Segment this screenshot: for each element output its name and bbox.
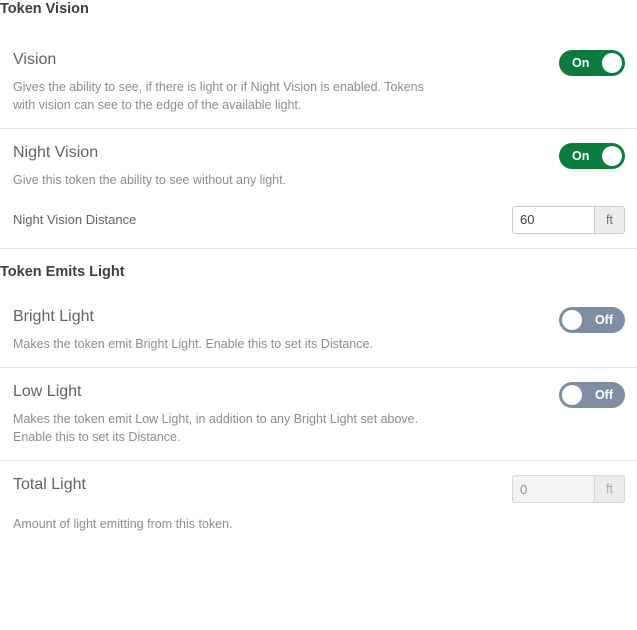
bright-light-description: Makes the token emit Bright Light. Enabl… <box>13 336 433 354</box>
toggle-knob-icon <box>562 310 582 330</box>
night-vision-distance-label: Night Vision Distance <box>13 211 136 229</box>
toggle-knob-icon <box>602 146 622 166</box>
low-light-toggle-label: Off <box>595 382 613 408</box>
setting-row-total-light: Total Light Amount of light emitting fro… <box>0 461 637 548</box>
low-light-title: Low Light <box>13 381 547 403</box>
vision-toggle-label: On <box>572 50 589 76</box>
low-light-toggle[interactable]: Off <box>559 382 625 408</box>
setting-row-night-vision: Night Vision Give this token the ability… <box>0 129 637 248</box>
setting-row-low-light: Low Light Makes the token emit Low Light… <box>0 368 637 460</box>
total-light-description: Amount of light emitting from this token… <box>13 516 433 534</box>
total-light-title: Total Light <box>13 474 500 496</box>
setting-row-vision: Vision Gives the ability to see, if ther… <box>0 36 637 128</box>
toggle-knob-icon <box>562 385 582 405</box>
vision-toggle[interactable]: On <box>559 50 625 76</box>
vision-description: Gives the ability to see, if there is li… <box>13 79 433 114</box>
token-vision-light-settings-panel: Token Vision Vision Gives the ability to… <box>0 0 637 548</box>
night-vision-toggle-label: On <box>572 143 589 169</box>
vision-title: Vision <box>13 49 547 71</box>
total-light-input[interactable] <box>512 475 594 503</box>
section-header-token-emits-light: Token Emits Light <box>0 263 637 281</box>
toggle-knob-icon <box>602 53 622 73</box>
total-light-input-group[interactable]: ft <box>512 475 625 503</box>
low-light-description: Makes the token emit Low Light, in addit… <box>13 411 433 446</box>
night-vision-distance-input-group[interactable]: ft <box>512 206 625 234</box>
section-header-token-vision: Token Vision <box>0 0 637 18</box>
bright-light-title: Bright Light <box>13 306 547 328</box>
divider <box>0 248 637 249</box>
total-light-unit: ft <box>594 475 625 503</box>
night-vision-distance-unit: ft <box>594 206 625 234</box>
night-vision-distance-row: Night Vision Distance ft <box>13 206 625 234</box>
night-vision-description: Give this token the ability to see witho… <box>13 172 433 190</box>
bright-light-toggle[interactable]: Off <box>559 307 625 333</box>
night-vision-toggle[interactable]: On <box>559 143 625 169</box>
bright-light-toggle-label: Off <box>595 307 613 333</box>
night-vision-title: Night Vision <box>13 142 547 164</box>
night-vision-distance-input[interactable] <box>512 206 594 234</box>
setting-row-bright-light: Bright Light Makes the token emit Bright… <box>0 293 637 368</box>
